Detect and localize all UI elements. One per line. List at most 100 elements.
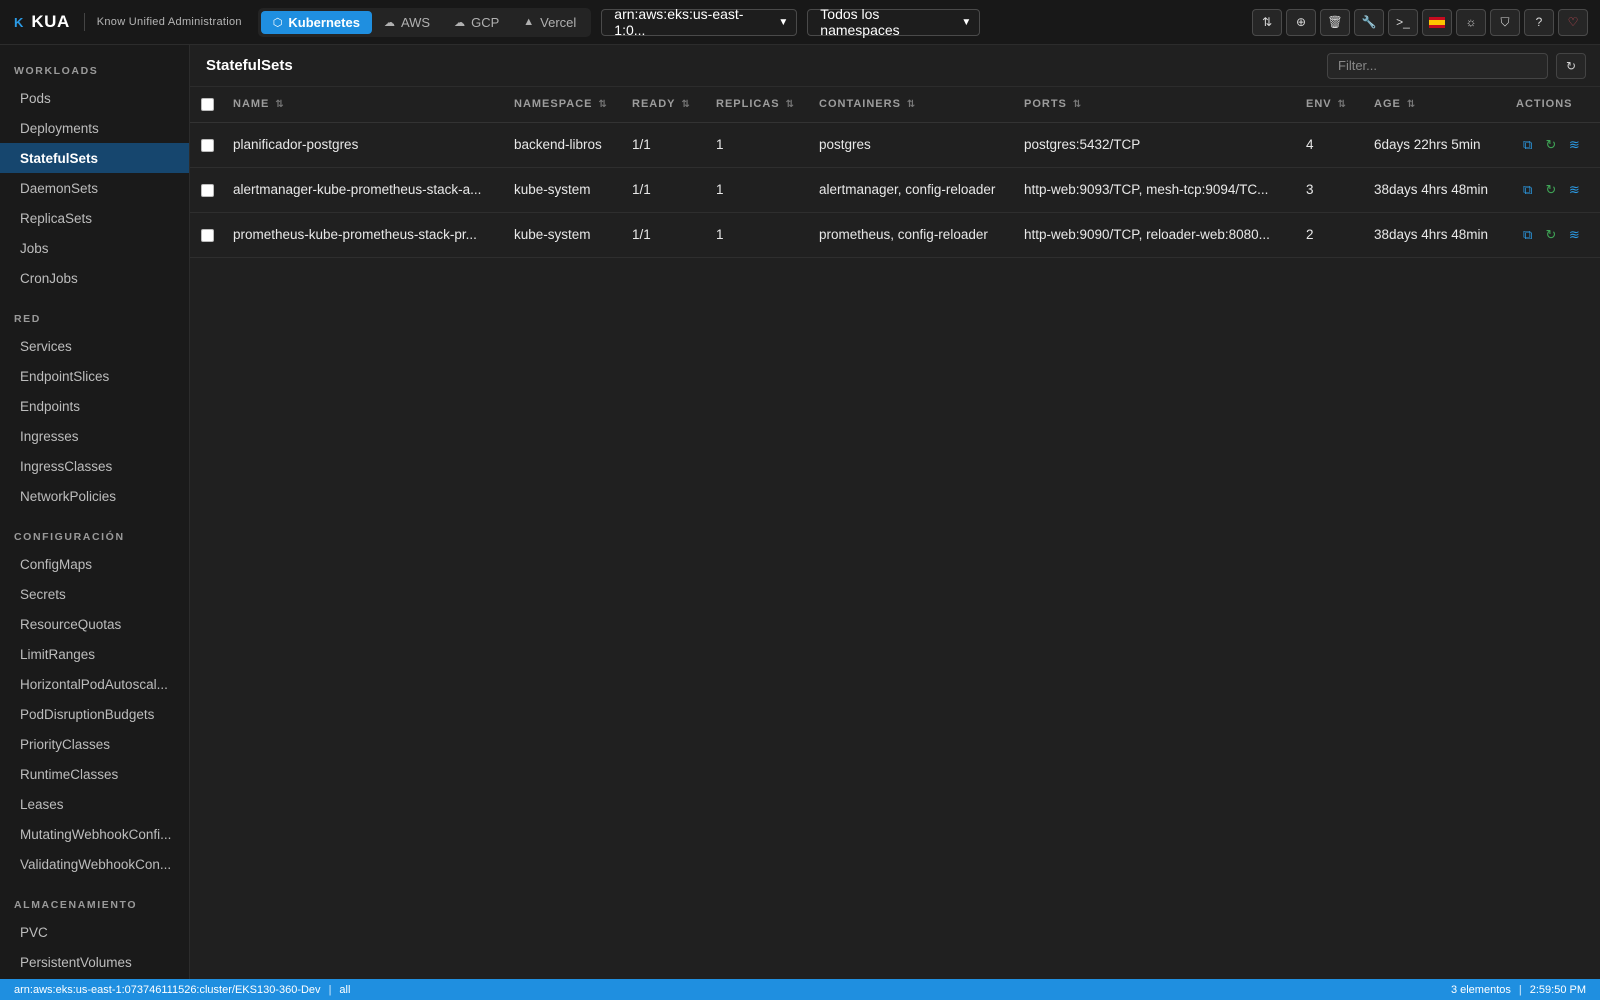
sidebar-item-replicasets[interactable]: ReplicaSets: [0, 203, 189, 233]
chevron-down-icon: ▼: [961, 16, 972, 28]
table-row[interactable]: alertmanager-kube-prometheus-stack-a... k…: [190, 167, 1600, 213]
table-row[interactable]: prometheus-kube-prometheus-stack-pr... ku…: [190, 212, 1600, 258]
main-content: StatefulSets ↻ NAME⇅ NAMESPACE⇅ READY⇅ R…: [190, 45, 1600, 979]
tab-kubernetes[interactable]: ⬡ Kubernetes: [260, 10, 372, 34]
chevron-down-icon: ▼: [778, 16, 789, 28]
statefulsets-table: NAME ⇅ NAMESPACE ⇅ READY ⇅ REPLICAS ⇅ CONTAI…: [190, 87, 1600, 258]
refresh-icon[interactable]: ↻: [1556, 52, 1586, 79]
cell-env: 2: [1306, 212, 1374, 258]
cell-containers: alertmanager, config-reloader: [819, 167, 1024, 213]
cell-ports: http-web:9093/TCP, mesh-tcp:9094/TC...: [1024, 167, 1306, 213]
edit-icon[interactable]: ⧉: [1516, 182, 1539, 198]
sidebar-item-pvc[interactable]: PVC: [0, 917, 189, 947]
transfer-icon[interactable]: ⇅: [1252, 8, 1282, 36]
column-header-containers[interactable]: CONTAINERS ⇅: [819, 87, 1024, 123]
column-header-namespace[interactable]: NAMESPACE ⇅: [514, 87, 632, 123]
cell-name: alertmanager-kube-prometheus-stack-a...: [233, 167, 514, 213]
sidebar-item-configmaps[interactable]: ConfigMaps: [0, 549, 189, 579]
namespace-select[interactable]: Todos los namespaces ▼: [807, 6, 981, 38]
cell-ready: 1/1: [632, 167, 716, 213]
tab-aws[interactable]: ☁ AWS: [372, 11, 442, 34]
sidebar-item-deployments[interactable]: Deployments: [0, 113, 189, 143]
sidebar-item-horizontalpodautoscal[interactable]: HorizontalPodAutoscal...: [0, 669, 189, 699]
row-checkbox[interactable]: [201, 183, 214, 197]
help-icon[interactable]: ?: [1524, 8, 1554, 36]
column-header-replicas[interactable]: REPLICAS ⇅: [716, 87, 819, 123]
column-header-ports[interactable]: PORTS ⇅: [1024, 87, 1306, 123]
sidebar-item-secrets[interactable]: Secrets: [0, 579, 189, 609]
column-header-ready[interactable]: READY ⇅: [632, 87, 716, 123]
cell-env: 3: [1306, 167, 1374, 213]
sidebar-item-ingressclasses[interactable]: IngressClasses: [0, 451, 189, 481]
trash-icon[interactable]: 🗑: [1320, 8, 1350, 36]
filter-input[interactable]: [1327, 52, 1548, 79]
sidebar-item-resourcequotas[interactable]: ResourceQuotas: [0, 609, 189, 639]
sidebar-item-mutatingwebhookconfi[interactable]: MutatingWebhookConfi...: [0, 819, 189, 849]
tab-vercel[interactable]: ▲ Vercel: [511, 11, 588, 34]
edit-icon[interactable]: ⧉: [1516, 227, 1539, 243]
sidebar-item-daemonsets[interactable]: DaemonSets: [0, 173, 189, 203]
column-header-env[interactable]: ENV ⇅: [1306, 87, 1374, 123]
row-checkbox[interactable]: [201, 228, 214, 242]
column-header-age[interactable]: AGE ⇅: [1374, 87, 1516, 123]
plus-circle-icon[interactable]: ⊕: [1286, 8, 1316, 36]
select-all-checkbox[interactable]: [201, 97, 214, 111]
column-header-name[interactable]: NAME ⇅: [233, 87, 514, 123]
tab-gcp[interactable]: ☁ GCP: [442, 11, 511, 34]
sidebar-item-persistentvolumes[interactable]: PersistentVolumes: [0, 947, 189, 977]
sidebar-item-jobs[interactable]: Jobs: [0, 233, 189, 263]
cloud-upload-icon: ☁: [454, 16, 466, 29]
sidebar-item-priorityclasses[interactable]: PriorityClasses: [0, 729, 189, 759]
provider-tabs: ⬡ Kubernetes ☁ AWS ☁ GCP ▲ Vercel: [257, 7, 592, 37]
sidebar-item-cronjobs[interactable]: CronJobs: [0, 263, 189, 293]
cell-ready: 1/1: [632, 212, 716, 258]
sort-icon: ⇅: [1406, 99, 1416, 111]
sidebar-item-limitranges[interactable]: LimitRanges: [0, 639, 189, 669]
namespace-select-value: Todos los namespaces: [820, 6, 900, 38]
scale-icon[interactable]: ≋: [1563, 137, 1586, 153]
sidebar-item-endpointslices[interactable]: EndpointSlices: [0, 361, 189, 391]
sidebar-section-title: WORKLOADS: [14, 65, 99, 77]
terminal-icon[interactable]: >_: [1388, 8, 1418, 36]
context-select-value: arn:aws:eks:us-east-1:0...: [614, 6, 744, 38]
brand-name: KUA: [31, 12, 70, 31]
sidebar-item-runtimeclasses[interactable]: RuntimeClasses: [0, 759, 189, 789]
brand-divider: [83, 13, 85, 31]
sun-icon[interactable]: ☼: [1456, 8, 1486, 36]
sidebar-item-poddisruptionbudgets[interactable]: PodDisruptionBudgets: [0, 699, 189, 729]
sidebar-item-leases[interactable]: Leases: [0, 789, 189, 819]
cell-age: 38days 4hrs 48min: [1374, 212, 1516, 258]
restart-icon[interactable]: ↻: [1539, 227, 1562, 243]
cell-containers: postgres: [819, 122, 1024, 168]
sidebar-item-pods[interactable]: Pods: [0, 83, 189, 113]
heart-icon[interactable]: ♡: [1558, 8, 1588, 36]
brand-subtitle: Know Unified Administration: [96, 16, 242, 28]
triangle-icon: ▲: [523, 16, 535, 28]
restart-icon[interactable]: ↻: [1539, 137, 1562, 153]
sidebar: WORKLOADS Pods Deployments StatefulSets Daem…: [0, 45, 190, 979]
top-bar: K KUA Know Unified Administration ⬡ Kuber…: [0, 0, 1600, 45]
sort-icon: ⇅: [681, 99, 690, 111]
table-row[interactable]: planificador-postgres backend-libros 1/1 1 p…: [190, 122, 1600, 168]
restart-icon[interactable]: ↻: [1539, 182, 1562, 198]
sidebar-item-networkpolicies[interactable]: NetworkPolicies: [0, 481, 189, 511]
sidebar-item-endpoints[interactable]: Endpoints: [0, 391, 189, 421]
cell-replicas: 1: [716, 167, 819, 213]
edit-icon[interactable]: ⧉: [1516, 137, 1539, 153]
sort-icon: ⇅: [1072, 99, 1082, 111]
status-time: 2:59:50 PM: [1529, 983, 1586, 996]
sidebar-section-title: CONFIGURACIÓN: [14, 531, 125, 543]
sidebar-item-statefulsets[interactable]: StatefulSets: [0, 143, 189, 173]
shield-icon[interactable]: ⛉: [1490, 8, 1520, 36]
scale-icon[interactable]: ≋: [1563, 182, 1586, 198]
cell-replicas: 1: [716, 122, 819, 168]
spain-flag-icon[interactable]: [1422, 8, 1452, 36]
sidebar-item-ingresses[interactable]: Ingresses: [0, 421, 189, 451]
row-checkbox[interactable]: [201, 138, 214, 152]
sidebar-item-services[interactable]: Services: [0, 331, 189, 361]
scale-icon[interactable]: ≋: [1563, 227, 1586, 243]
wrench-icon[interactable]: 🔧: [1354, 8, 1384, 36]
context-select[interactable]: arn:aws:eks:us-east-1:0... ▼: [601, 6, 798, 38]
sidebar-item-validatingwebhookcon[interactable]: ValidatingWebhookCon...: [0, 849, 189, 879]
cell-namespace: kube-system: [514, 212, 632, 258]
